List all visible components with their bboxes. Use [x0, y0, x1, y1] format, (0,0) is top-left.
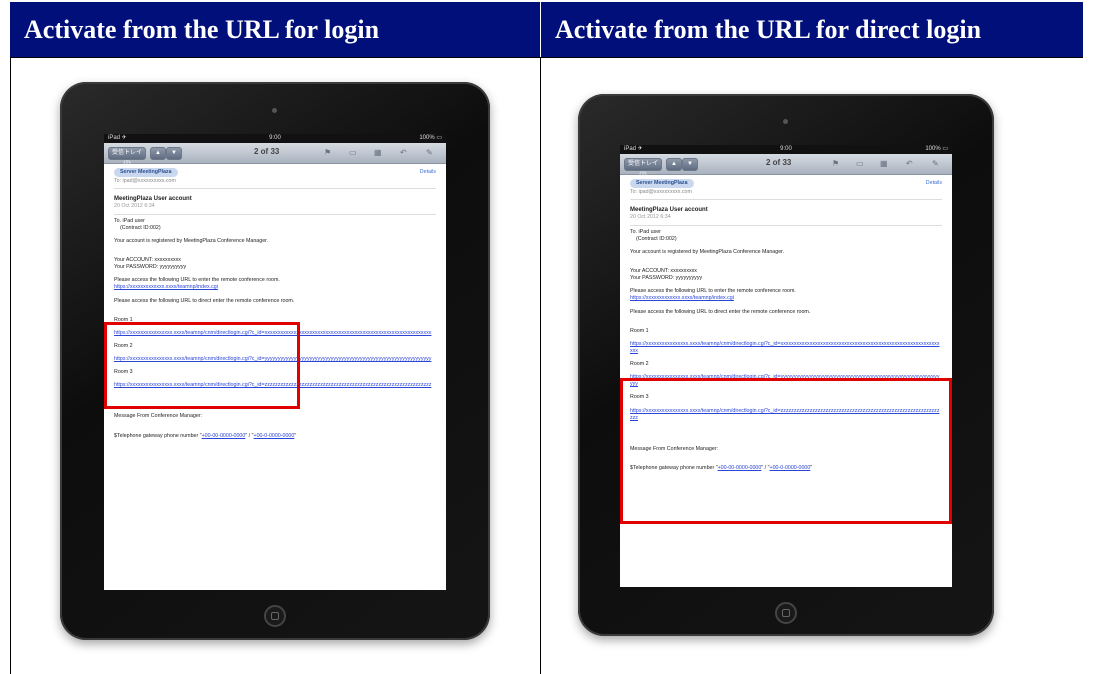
message-count: 2 of 33 [254, 147, 280, 156]
divider [114, 188, 436, 190]
telephone-line: $Telephone gateway phone number "+00-00-… [114, 432, 297, 439]
password-line: Your PASSWORD: yyyyyyyyyy [114, 264, 187, 271]
flag-icon[interactable]: ⚑ [832, 159, 839, 168]
divider [114, 213, 436, 215]
direct-text: Please access the following URL to direc… [114, 297, 295, 304]
contract-id: (Contract ID:002) [636, 235, 677, 242]
previous-message-button[interactable]: ▲ [666, 158, 682, 171]
email-subject: MeetingPlaza User account [114, 196, 192, 203]
message-count: 2 of 33 [766, 158, 792, 167]
account-line: Your ACCOUNT: xxxxxxxxxx [114, 256, 181, 263]
ipad-device-right: iPad ✈ 9:00 100% ▭ 受信トレイ(2) ▲ ▼ 2 of 33 … [578, 94, 994, 636]
next-message-button[interactable]: ▼ [166, 147, 182, 160]
access-link[interactable]: https://xxxxxxxxxxxxx.xxxx/teamnp/index.… [114, 284, 436, 291]
sender-pill[interactable]: Server MeetingPlaza [630, 179, 694, 189]
greeting-line: To. iPad user [630, 228, 661, 235]
registered-text: Your account is registered by MeetingPla… [630, 248, 785, 255]
reply-icon[interactable]: ↶ [906, 159, 913, 168]
access-link[interactable]: https://xxxxxxxxxxxxx.xxxx/teamnp/index.… [630, 295, 942, 302]
inbox-back-button[interactable]: 受信トレイ(2) [108, 147, 146, 167]
recipient-line: To: ipad@xxxxxxxxxx.com [630, 189, 692, 196]
message-from: Message From Conference Manager: [114, 413, 203, 420]
divider [630, 224, 942, 226]
status-time: 9:00 [269, 135, 281, 141]
recipient-line: To: ipad@xxxxxxxxxx.com [114, 178, 176, 185]
header-divider [10, 57, 1083, 58]
details-link[interactable]: Details [926, 180, 942, 187]
ipad-device-left: iPad ✈ 9:00 100% ▭ 受信トレイ(2) ▲ ▼ 2 of 33 … [60, 82, 490, 640]
camera-icon [272, 108, 277, 113]
mail-toolbar: 受信トレイ(2) ▲ ▼ 2 of 33 ⚑ ▭ ▦ ↶ ✎ [104, 143, 446, 167]
folder-icon[interactable]: ▭ [856, 159, 864, 168]
left-border [10, 58, 11, 674]
status-battery: 100% ▭ [419, 135, 442, 141]
email-subject: MeetingPlaza User account [630, 207, 708, 214]
status-left: iPad ✈ [108, 135, 127, 141]
status-bar: iPad ✈ 9:00 100% ▭ [104, 134, 446, 143]
status-battery: 100% ▭ [925, 146, 948, 152]
reply-icon[interactable]: ↶ [400, 148, 407, 157]
comparison-table: Activate from the URL for login Activate… [10, 2, 1083, 674]
access-text: Please access the following URL to enter… [114, 277, 280, 284]
highlight-box-direct-login [620, 378, 952, 524]
greeting-line: To. iPad user [114, 217, 145, 224]
right-column-header: Activate from the URL for direct login [541, 2, 1083, 58]
highlight-box-login [104, 322, 300, 409]
password-line: Your PASSWORD: yyyyyyyyyy [630, 275, 703, 282]
trash-icon[interactable]: ▦ [880, 159, 888, 168]
compose-icon[interactable]: ✎ [426, 148, 433, 157]
column-divider [540, 58, 541, 674]
room-2-label: Room 2 [630, 361, 649, 368]
contract-id: (Contract ID:002) [120, 224, 161, 231]
account-line: Your ACCOUNT: xxxxxxxxxx [630, 267, 697, 274]
room-1-label: Room 1 [630, 327, 649, 334]
ipad-screen-right: iPad ✈ 9:00 100% ▭ 受信トレイ(2) ▲ ▼ 2 of 33 … [620, 145, 952, 587]
home-button[interactable] [264, 605, 286, 627]
direct-text: Please access the following URL to direc… [630, 308, 811, 315]
folder-icon[interactable]: ▭ [349, 148, 357, 157]
trash-icon[interactable]: ▦ [374, 148, 382, 157]
previous-message-button[interactable]: ▲ [150, 147, 166, 160]
mail-toolbar: 受信トレイ(2) ▲ ▼ 2 of 33 ⚑ ▭ ▦ ↶ ✎ [620, 154, 952, 178]
compose-icon[interactable]: ✎ [932, 159, 939, 168]
status-left: iPad ✈ [624, 146, 643, 152]
details-link[interactable]: Details [420, 169, 436, 176]
status-bar: iPad ✈ 9:00 100% ▭ [620, 145, 952, 154]
email-date: 20 Oct 2012 6:34 [630, 214, 671, 221]
status-time: 9:00 [780, 146, 792, 152]
home-button[interactable] [775, 602, 797, 624]
telephone-link-2[interactable]: +00-0-0000-0000 [254, 433, 295, 439]
inbox-back-button[interactable]: 受信トレイ(2) [624, 158, 662, 178]
divider [630, 199, 942, 201]
camera-icon [783, 119, 788, 124]
flag-icon[interactable]: ⚑ [324, 148, 331, 157]
access-text: Please access the following URL to enter… [630, 288, 796, 295]
telephone-link-1[interactable]: +00-00-0000-0000 [202, 433, 246, 439]
sender-pill[interactable]: Server MeetingPlaza [114, 168, 178, 178]
room-1-link[interactable]: https://xxxxxxxxxxxxxxxx.xxxx/teamnp/cnm… [630, 341, 942, 355]
registered-text: Your account is registered by MeetingPla… [114, 237, 269, 244]
email-date: 20 Oct 2012 6:34 [114, 203, 155, 210]
left-column-header: Activate from the URL for login [10, 2, 540, 58]
ipad-screen-left: iPad ✈ 9:00 100% ▭ 受信トレイ(2) ▲ ▼ 2 of 33 … [104, 134, 446, 590]
next-message-button[interactable]: ▼ [682, 158, 698, 171]
